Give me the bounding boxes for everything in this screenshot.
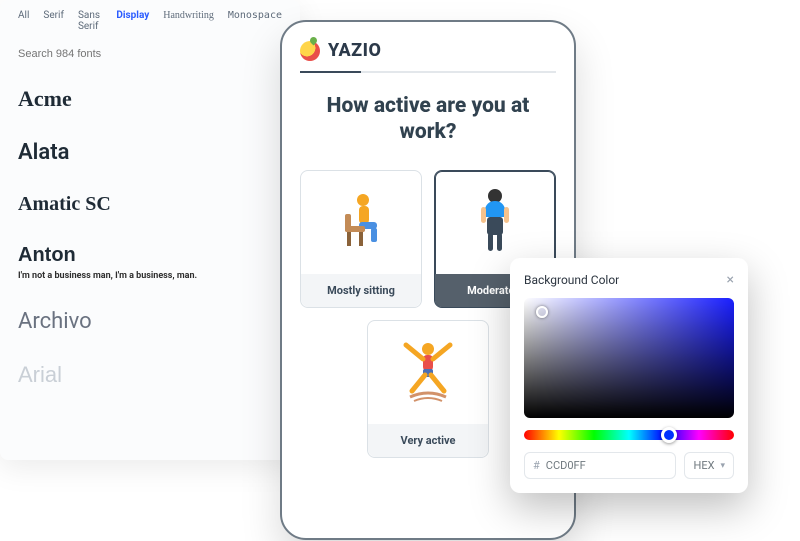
brand-header: YAZIO <box>300 40 556 61</box>
font-item-amatic[interactable]: Amatic SC <box>18 179 282 230</box>
font-name: Alata <box>18 140 282 165</box>
option-label: Mostly sitting <box>301 274 421 307</box>
chevron-down-icon: ▾ <box>720 461 725 471</box>
tab-all[interactable]: All <box>18 10 29 32</box>
font-name: Archivo <box>18 309 282 334</box>
font-name: Acme <box>18 86 282 112</box>
font-name: Amatic SC <box>18 193 282 216</box>
sv-thumb[interactable] <box>536 306 548 318</box>
close-icon[interactable]: × <box>727 272 734 288</box>
progress-bar <box>300 71 556 73</box>
font-picker-panel: All Serif Sans Serif Display Handwriting… <box>0 0 300 460</box>
font-item-alata[interactable]: Alata <box>18 126 282 179</box>
tab-display[interactable]: Display <box>116 10 149 32</box>
font-item-arial[interactable]: Arial <box>18 348 282 402</box>
option-very-active[interactable]: Very active <box>367 320 489 458</box>
active-person-icon <box>368 321 488 424</box>
font-preview-text: I'm not a business man, I'm a business, … <box>18 271 282 281</box>
font-name: Anton <box>18 244 282 267</box>
hex-value: CCD0FF <box>546 459 586 472</box>
sitting-person-icon <box>301 171 421 274</box>
picker-title: Background Color <box>524 273 619 287</box>
format-label: HEX <box>693 459 714 472</box>
tab-handwriting[interactable]: Handwriting <box>163 10 214 32</box>
font-item-archivo[interactable]: Archivo <box>18 295 282 348</box>
option-label: Very active <box>368 424 488 457</box>
option-mostly-sitting[interactable]: Mostly sitting <box>300 170 422 308</box>
font-name: Arial <box>18 362 282 388</box>
saturation-value-area[interactable] <box>524 298 734 418</box>
tab-monospace[interactable]: Monospace <box>228 10 282 32</box>
font-list: Acme Alata Amatic SC Anton I'm not a bus… <box>18 72 282 402</box>
font-item-anton[interactable]: Anton I'm not a business man, I'm a busi… <box>18 230 282 295</box>
color-format-select[interactable]: HEX ▾ <box>684 452 734 479</box>
tab-sans-serif[interactable]: Sans Serif <box>78 10 102 32</box>
hue-slider[interactable] <box>524 430 734 440</box>
color-picker-popover: Background Color × # CCD0FF HEX ▾ <box>510 258 748 493</box>
hex-input[interactable]: # CCD0FF <box>524 452 676 479</box>
brand-logo-icon <box>300 41 320 61</box>
brand-name: YAZIO <box>328 40 381 61</box>
tab-serif[interactable]: Serif <box>43 10 64 32</box>
question-title: How active are you at work? <box>300 93 556 146</box>
font-category-tabs: All Serif Sans Serif Display Handwriting… <box>18 10 282 32</box>
font-item-acme[interactable]: Acme <box>18 72 282 126</box>
font-search-input[interactable] <box>18 42 282 72</box>
hue-thumb[interactable] <box>661 427 677 443</box>
hash-symbol: # <box>533 459 540 472</box>
